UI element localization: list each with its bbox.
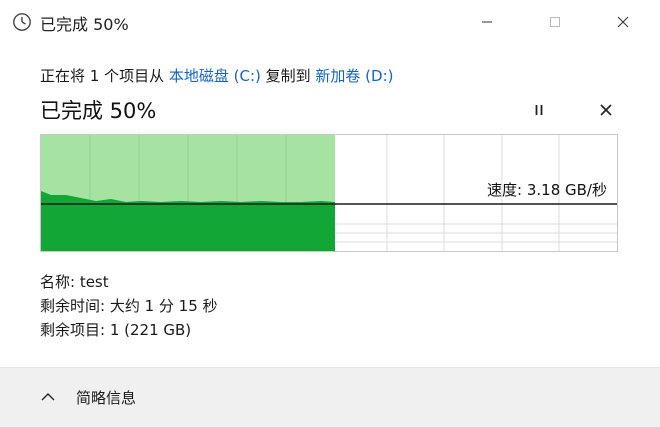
fewer-details-label: 简略信息 xyxy=(76,388,137,407)
minimize-button[interactable] xyxy=(464,0,510,44)
cancel-icon xyxy=(600,104,612,116)
copy-status-line: 正在将 1 个项目从 本地磁盘 (C:) 复制到 新加卷 (D:) xyxy=(40,65,393,86)
clock-icon xyxy=(13,13,31,31)
file-name: 名称: test xyxy=(40,273,109,291)
maximize-button[interactable] xyxy=(532,0,578,44)
transfer-speed-graph: 速度: 3.18 GB/秒 xyxy=(40,134,618,252)
maximize-icon xyxy=(550,17,560,27)
status-prefix: 正在将 1 个项目从 xyxy=(40,67,169,85)
fewer-details-toggle[interactable]: 简略信息 xyxy=(40,384,136,410)
time-remaining: 剩余时间: 大约 1 分 15 秒 xyxy=(40,297,218,315)
title-bar: 已完成 50% xyxy=(0,0,660,44)
pause-icon xyxy=(535,105,543,115)
source-link[interactable]: 本地磁盘 (C:) xyxy=(169,67,261,85)
status-middle: 复制到 xyxy=(260,67,316,85)
progress-title: 已完成 50% xyxy=(40,99,157,123)
destination-link[interactable]: 新加卷 (D:) xyxy=(315,67,393,85)
items-remaining: 剩余项目: 1 (221 GB) xyxy=(40,321,192,339)
transfer-details: 名称: test 剩余时间: 大约 1 分 15 秒 剩余项目: 1 (221 … xyxy=(40,270,218,342)
chevron-up-icon xyxy=(41,393,55,401)
pause-button[interactable] xyxy=(524,96,554,124)
cancel-button[interactable] xyxy=(591,96,621,124)
speed-label: 速度: 3.18 GB/秒 xyxy=(487,181,607,199)
close-button[interactable] xyxy=(600,0,646,44)
minimize-icon xyxy=(482,21,492,23)
window-title: 已完成 50% xyxy=(40,15,129,34)
close-icon xyxy=(617,16,629,28)
